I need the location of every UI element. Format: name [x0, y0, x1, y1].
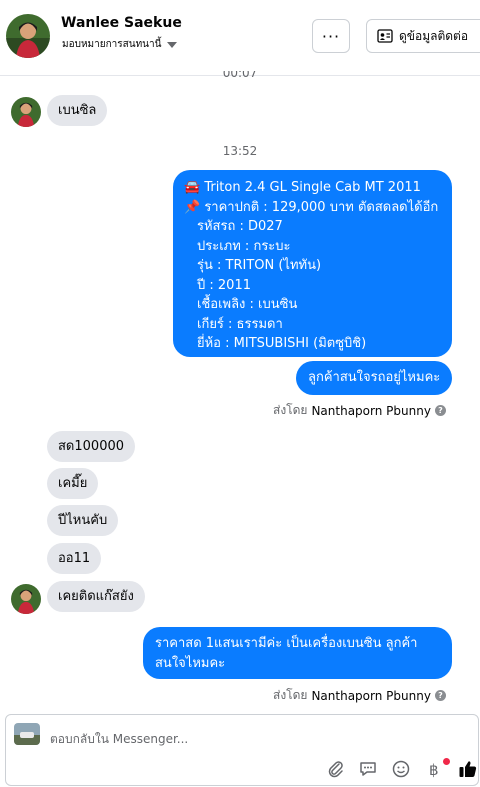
outgoing-listing-message[interactable]: 🚘 Triton 2.4 GL Single Cab MT 2011 📌 ราคา…: [173, 170, 452, 357]
notification-dot: [443, 758, 450, 765]
incoming-message[interactable]: เคมี๊ย: [47, 468, 99, 499]
listing-line: รุ่น : TRITON (ไททัน): [197, 258, 322, 273]
incoming-message[interactable]: เบนซิล: [47, 95, 108, 126]
contact-name[interactable]: Wanlee Saekue: [61, 15, 182, 31]
listing-line: 🚘 Triton 2.4 GL Single Cab MT 2011: [184, 180, 421, 195]
svg-text:฿: ฿: [429, 761, 439, 778]
contact-card-icon: [377, 29, 393, 43]
outgoing-message[interactable]: ลูกค้าสนใจรถอยู่ไหมคะ: [296, 361, 453, 395]
sent-by-note: ส่งโดย Nanthaporn Pbunny ?: [273, 686, 446, 705]
reply-line: ราคาสด 1แสนเรามีค่ะ เป็นเครื่องเบนซิน ลู…: [155, 636, 418, 651]
listing-line: 📌 ราคาปกติ : 129,000 บาท ตัดสดลดได้อีก: [184, 199, 439, 215]
sent-by-note: ส่งโดย Nanthaporn Pbunny ?: [273, 401, 446, 420]
incoming-message[interactable]: เคยติดแก๊สยัง: [47, 581, 145, 612]
sent-by-label: ส่งโดย: [273, 403, 308, 417]
assign-label: มอบหมายการสนทนานี้: [62, 39, 162, 50]
incoming-message[interactable]: สด100000: [47, 431, 136, 462]
sender-avatar: [11, 97, 41, 127]
reply-composer[interactable]: ตอบกลับใน Messenger... ฿: [5, 714, 479, 786]
more-options-button[interactable]: ···: [312, 19, 350, 53]
view-contact-label: ดูข้อมูลติดต่อ: [399, 28, 469, 43]
listing-line: ยี่ห้อ : MITSUBISHI (มิตซูบิชิ): [197, 336, 367, 351]
timestamp: 13:52: [222, 144, 258, 158]
reply-input[interactable]: ตอบกลับใน Messenger...: [50, 730, 188, 749]
listing-line: เกียร์ : ธรรมดา: [197, 316, 283, 332]
sender-name: Nanthaporn Pbunny: [311, 688, 431, 703]
incoming-message[interactable]: ปีไหนคับ: [47, 505, 119, 536]
sender-name: Nanthaporn Pbunny: [311, 403, 431, 418]
reply-line: สนใจไหมคะ: [155, 655, 226, 671]
listing-line: ประเภท : กระบะ: [197, 238, 291, 254]
listing-line: ปี : 2011: [197, 277, 251, 293]
listing-line: รหัสรถ : D027: [197, 219, 283, 234]
help-icon[interactable]: ?: [434, 690, 446, 701]
sender-avatar: [11, 584, 41, 614]
composer-toolbar: ฿: [6, 758, 480, 782]
outgoing-message[interactable]: ราคาสด 1แสนเรามีค่ะ เป็นเครื่องเบนซิน ลู…: [143, 627, 452, 679]
conversation-header: Wanlee Saekue มอบหมายการสนทนานี้ ··· ดูข…: [0, 0, 480, 76]
page-avatar: [14, 723, 40, 745]
help-icon[interactable]: ?: [434, 405, 446, 416]
incoming-message[interactable]: ออ11: [47, 543, 102, 574]
paperclip-icon[interactable]: [325, 758, 347, 780]
baht-icon[interactable]: ฿: [422, 758, 444, 780]
listing-line: เชื้อเพลิง : เบนซิน: [197, 297, 298, 312]
assign-conversation[interactable]: มอบหมายการสนทนานี้: [62, 37, 178, 52]
view-contact-button[interactable]: ดูข้อมูลติดต่อ: [366, 19, 480, 53]
sent-by-label: ส่งโดย: [273, 688, 308, 702]
caret-down-icon: [167, 41, 178, 48]
contact-avatar[interactable]: [6, 14, 50, 58]
more-label: ···: [321, 26, 341, 46]
thumbs-up-icon[interactable]: [457, 758, 479, 780]
message-icon[interactable]: [357, 758, 379, 780]
emoji-icon[interactable]: [390, 758, 412, 780]
